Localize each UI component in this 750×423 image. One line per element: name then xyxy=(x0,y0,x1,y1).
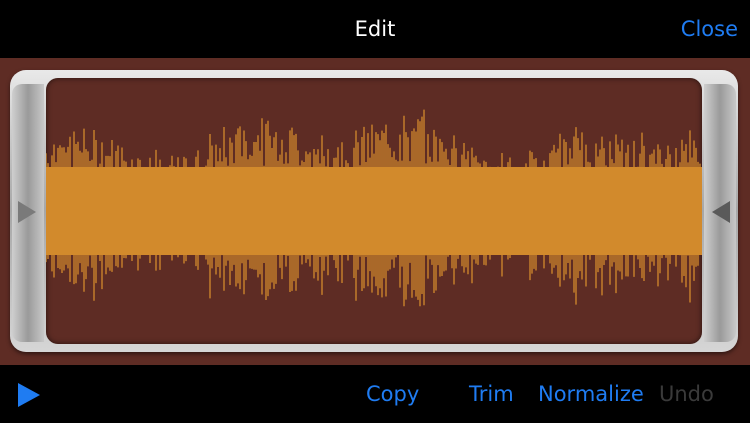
trim-button[interactable]: Trim xyxy=(469,382,514,406)
close-button[interactable]: Close xyxy=(681,17,738,41)
selection-frame xyxy=(10,70,738,352)
undo-button: Undo xyxy=(659,382,714,406)
waveform xyxy=(46,109,702,307)
page-title: Edit xyxy=(354,17,396,41)
waveform-display[interactable] xyxy=(46,78,702,344)
edit-toolbar: Copy Trim Normalize Undo xyxy=(0,365,750,423)
play-icon[interactable] xyxy=(18,383,40,407)
navigation-bar: Edit Close xyxy=(0,0,750,58)
copy-button[interactable]: Copy xyxy=(366,382,419,406)
normalize-button[interactable]: Normalize xyxy=(538,382,644,406)
right-handle-arrow-icon xyxy=(712,201,730,223)
left-trim-handle[interactable] xyxy=(12,84,44,342)
left-handle-arrow-icon xyxy=(18,201,36,223)
waveform-editor xyxy=(0,58,750,365)
right-trim-handle[interactable] xyxy=(704,84,736,342)
